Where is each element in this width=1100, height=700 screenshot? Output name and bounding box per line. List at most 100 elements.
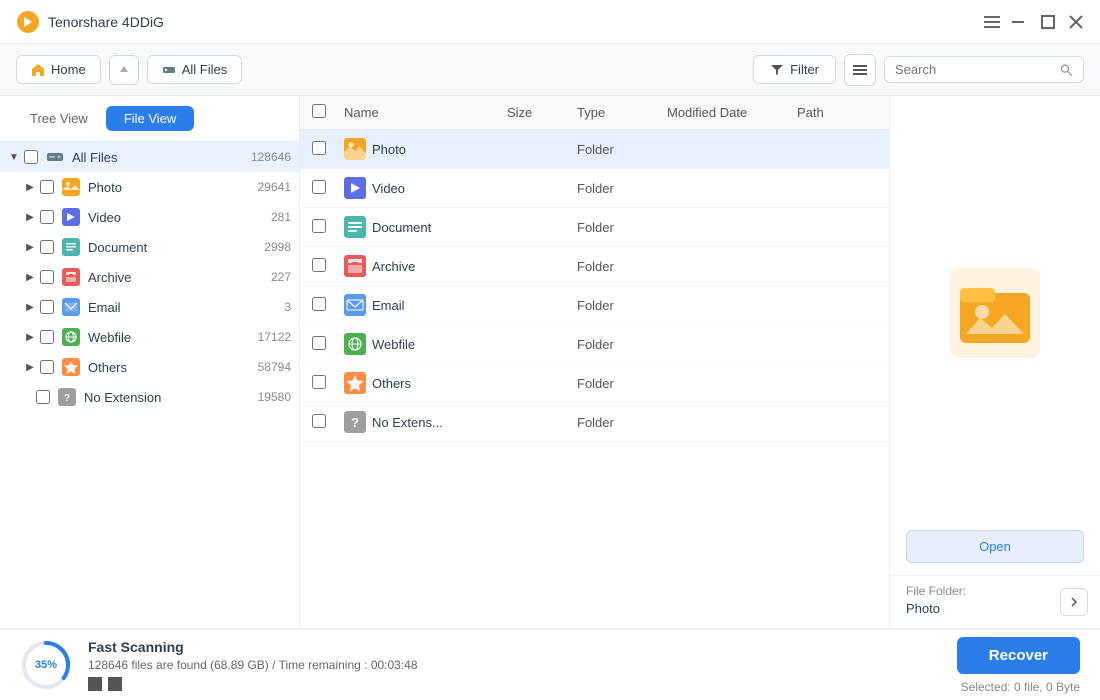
col-name-header: Name: [344, 105, 507, 120]
search-input[interactable]: [895, 62, 1054, 77]
minimize-icon[interactable]: [1012, 14, 1028, 30]
table-row[interactable]: ? No Extens... Folder: [300, 403, 889, 442]
preview-expand-button[interactable]: [1060, 588, 1088, 616]
app-logo: [16, 10, 40, 34]
webfile-icon: [62, 328, 80, 346]
titlebar: Tenorshare 4DDiG: [0, 0, 1100, 44]
search-box[interactable]: [884, 56, 1084, 83]
maximize-icon[interactable]: [1040, 14, 1056, 30]
row-noext-type: Folder: [577, 415, 667, 430]
sidebar-item-noext[interactable]: ? No Extension 19580: [0, 382, 299, 412]
list-icon: [853, 63, 867, 77]
sidebar-item-allfiles[interactable]: ▼ All Files 128646: [0, 142, 299, 172]
app-title: Tenorshare 4DDiG: [48, 14, 164, 30]
preview-panel: Open File Folder: Photo: [890, 96, 1100, 628]
menu-icon[interactable]: [984, 14, 1000, 30]
sidebar-item-video[interactable]: ▶ Video 281: [0, 202, 299, 232]
scan-title: Fast Scanning: [88, 639, 941, 655]
stop-button[interactable]: [88, 677, 102, 691]
archive-arrow: ▶: [24, 271, 36, 283]
photo-file-icon: [344, 138, 366, 160]
archive-checkbox[interactable]: [40, 270, 54, 284]
list-view-button[interactable]: [844, 54, 876, 86]
row-email-checkbox[interactable]: [312, 297, 326, 311]
path-label: All Files: [182, 62, 228, 77]
sidebar: Tree View File View ▼ All Files 128646 ▶…: [0, 96, 300, 628]
table-row[interactable]: Webfile Folder: [300, 325, 889, 364]
row-photo-checkbox[interactable]: [312, 141, 326, 155]
filter-label: Filter: [790, 62, 819, 77]
email-checkbox[interactable]: [40, 300, 54, 314]
row-noext-checkbox[interactable]: [312, 414, 326, 428]
noext-checkbox[interactable]: [36, 390, 50, 404]
recover-button[interactable]: Recover: [957, 637, 1080, 674]
scan-details: 128646 files are found (68.89 GB) / Time…: [88, 658, 941, 672]
pause-button[interactable]: [108, 677, 122, 691]
preview-folder-icon: [950, 268, 1040, 358]
row-photo-type: Folder: [577, 142, 667, 157]
select-all-checkbox[interactable]: [312, 104, 326, 118]
row-email-name: Email: [372, 298, 507, 313]
table-row[interactable]: Video Folder: [300, 169, 889, 208]
toolbar: Home All Files Filter: [0, 44, 1100, 96]
photo-checkbox[interactable]: [40, 180, 54, 194]
row-others-type: Folder: [577, 376, 667, 391]
titlebar-controls: [984, 14, 1084, 30]
svg-text:?: ?: [64, 393, 70, 404]
open-button[interactable]: Open: [906, 530, 1084, 563]
web-checkbox[interactable]: [40, 330, 54, 344]
sidebar-item-photo[interactable]: ▶ Photo 29641: [0, 172, 299, 202]
bottombar: 35% Fast Scanning 128646 files are found…: [0, 628, 1100, 700]
drive-icon: [162, 63, 176, 77]
row-archive-checkbox[interactable]: [312, 258, 326, 272]
webfile-count: 17122: [258, 330, 291, 344]
row-others-checkbox[interactable]: [312, 375, 326, 389]
allfiles-checkbox[interactable]: [24, 150, 38, 164]
sidebar-item-webfile[interactable]: ▶ Webfile 17122: [0, 322, 299, 352]
sidebar-item-others[interactable]: ▶ Others 58794: [0, 352, 299, 382]
table-row[interactable]: Archive Folder: [300, 247, 889, 286]
noext-icon: ?: [58, 388, 76, 406]
sidebar-item-email[interactable]: ▶ Email 3: [0, 292, 299, 322]
main-content: Tree View File View ▼ All Files 128646 ▶…: [0, 96, 1100, 628]
filelist-header: Name Size Type Modified Date Path: [300, 96, 889, 130]
noext-label: No Extension: [84, 390, 254, 405]
table-row[interactable]: Others Folder: [300, 364, 889, 403]
all-files-path-button[interactable]: All Files: [147, 55, 243, 84]
home-button[interactable]: Home: [16, 55, 101, 84]
video-checkbox[interactable]: [40, 210, 54, 224]
row-doc-type: Folder: [577, 220, 667, 235]
row-email-type: Folder: [577, 298, 667, 313]
row-noext-name: No Extens...: [372, 415, 507, 430]
table-row[interactable]: Document Folder: [300, 208, 889, 247]
preview-icon-area: [890, 96, 1100, 530]
row-video-checkbox[interactable]: [312, 180, 326, 194]
email-arrow: ▶: [24, 301, 36, 313]
progress-pct: 35%: [35, 659, 57, 671]
table-row[interactable]: Email Folder: [300, 286, 889, 325]
file-view-button[interactable]: File View: [106, 106, 195, 131]
email-label: Email: [88, 300, 280, 315]
others-checkbox[interactable]: [40, 360, 54, 374]
view-toggle: Tree View File View: [0, 96, 299, 142]
row-doc-checkbox[interactable]: [312, 219, 326, 233]
row-video-name: Video: [372, 181, 507, 196]
col-type-header: Type: [577, 105, 667, 120]
row-photo-name: Photo: [372, 142, 507, 157]
row-archive-name: Archive: [372, 259, 507, 274]
close-icon[interactable]: [1068, 14, 1084, 30]
doc-checkbox[interactable]: [40, 240, 54, 254]
expand-arrow: ▼: [8, 151, 20, 163]
photo-icon: [62, 178, 80, 196]
filter-button[interactable]: Filter: [753, 55, 836, 84]
home-label: Home: [51, 62, 86, 77]
tree-view-button[interactable]: Tree View: [12, 106, 106, 131]
table-row[interactable]: Photo Folder: [300, 130, 889, 169]
sidebar-item-archive[interactable]: ▶ Archive 227: [0, 262, 299, 292]
sidebar-item-document[interactable]: ▶ Document 2998: [0, 232, 299, 262]
row-others-name: Others: [372, 376, 507, 391]
col-path-header: Path: [797, 105, 877, 120]
up-button[interactable]: [109, 55, 139, 85]
filter-icon: [770, 63, 784, 77]
row-web-checkbox[interactable]: [312, 336, 326, 350]
